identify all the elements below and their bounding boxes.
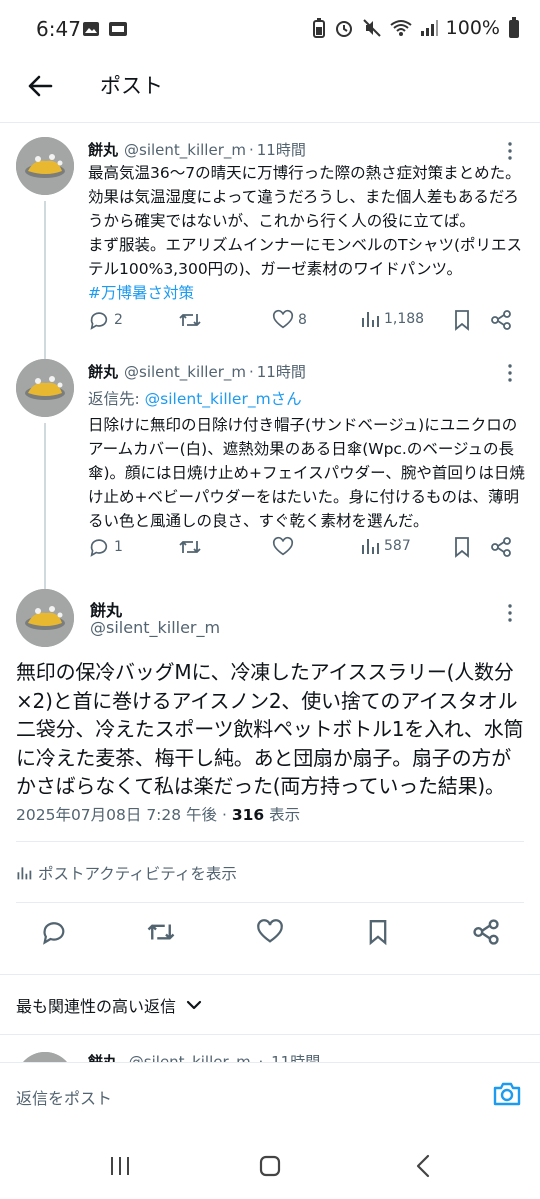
- retweet-icon: [179, 314, 201, 326]
- like-icon: [272, 536, 294, 556]
- more-icon[interactable]: [500, 363, 520, 383]
- top-app-bar: ポスト: [0, 56, 540, 118]
- retweet-icon: [179, 541, 201, 553]
- share-icon: [491, 537, 511, 557]
- tweet-text: 最高気温36〜7の晴天に万博行った際の熱さ症対策まとめた。 効果は気温湿度によっ…: [88, 161, 528, 305]
- battery-saver-icon: [312, 18, 325, 38]
- signal-icon: [420, 20, 438, 36]
- thread-line: [44, 201, 46, 345]
- tweet-time[interactable]: 11時間: [257, 139, 306, 160]
- reply-icon: [90, 539, 108, 557]
- wifi-icon: [390, 20, 412, 36]
- alarm-icon: [335, 21, 352, 37]
- reply-input[interactable]: 返信をポスト: [16, 1085, 112, 1109]
- user-handle[interactable]: @silent_killer_m: [124, 363, 246, 381]
- tweet-actions: 2 8 1,188: [88, 309, 524, 335]
- tweet-text: 日除けに無印の日除け付き帽子(サンドベージュ)にユニクロの アームカバー(白)、…: [88, 416, 525, 530]
- retweet-button[interactable]: [178, 536, 206, 558]
- thread-tweet-1[interactable]: 餅丸 @silent_killer_m · 11時間 最高気温36〜7の晴天に万…: [0, 123, 540, 345]
- camera-icon[interactable]: [492, 1081, 522, 1107]
- display-name[interactable]: 餅丸: [88, 361, 118, 382]
- tweet-time[interactable]: 11時間: [257, 361, 306, 382]
- bookmark-icon: [455, 537, 469, 558]
- home-icon[interactable]: [258, 1154, 282, 1178]
- reply-button[interactable]: 1: [88, 536, 123, 558]
- reply-sort-dropdown[interactable]: 最も関連性の高い返信: [16, 993, 202, 1017]
- avatar-image: [16, 589, 74, 647]
- share-icon: [491, 310, 511, 330]
- views-button[interactable]: 587: [360, 536, 411, 556]
- tweet-header: 餅丸 @silent_killer_m · 11時間: [88, 361, 306, 382]
- mention-link[interactable]: @silent_killer_mさん: [145, 390, 302, 408]
- like-button[interactable]: [272, 536, 298, 558]
- share-icon[interactable]: [472, 918, 500, 946]
- views-icon: [362, 539, 379, 554]
- back-arrow-icon: [28, 75, 53, 97]
- tweet-datetime[interactable]: 2025年07月08日 7:28 午後: [16, 806, 217, 824]
- post-activity-link[interactable]: ポストアクティビティを表示: [16, 862, 237, 884]
- focused-tweet-actions: [0, 918, 540, 958]
- back-nav-icon[interactable]: [412, 1154, 436, 1178]
- status-time: 6:47: [36, 17, 81, 41]
- status-bar: 6:47 100%: [0, 0, 540, 56]
- system-nav-bar: [0, 1124, 540, 1199]
- back-button[interactable]: [20, 68, 60, 104]
- view-count: 316: [231, 806, 265, 824]
- chevron-down-icon: [186, 1000, 202, 1010]
- user-handle[interactable]: @silent_killer_m: [90, 618, 220, 637]
- mute-icon: [362, 19, 381, 37]
- user-handle[interactable]: @silent_killer_m: [124, 141, 246, 159]
- views-icon: [17, 867, 32, 880]
- share-button[interactable]: [490, 536, 512, 558]
- reply-icon[interactable]: [40, 918, 68, 946]
- avatar-image: [16, 359, 74, 417]
- avatar-image: [16, 137, 74, 195]
- tweet-header: 餅丸 @silent_killer_m · 11時間: [88, 139, 306, 160]
- reply-composer: 返信をポスト: [0, 1062, 540, 1124]
- display-name[interactable]: 餅丸: [88, 139, 118, 160]
- replying-to: 返信先: @silent_killer_mさん: [88, 390, 302, 408]
- avatar[interactable]: [16, 137, 74, 195]
- thread-line: [44, 423, 46, 577]
- recents-icon[interactable]: [108, 1154, 132, 1178]
- retweet-icon[interactable]: [146, 918, 176, 946]
- reply-icon: [90, 312, 108, 330]
- bookmark-icon[interactable]: [366, 918, 390, 946]
- avatar[interactable]: [16, 359, 74, 417]
- like-icon[interactable]: [256, 918, 284, 946]
- views-icon: [362, 312, 379, 327]
- tweet-text: 無印の保冷バッグMに、冷凍したアイススラリー(人数分 ×2)と首に巻けるアイスノ…: [16, 660, 524, 798]
- battery-percent: 100%: [445, 17, 500, 39]
- retweet-button[interactable]: [178, 309, 206, 331]
- like-icon: [272, 309, 294, 329]
- more-icon[interactable]: [500, 603, 520, 623]
- like-button[interactable]: 8: [272, 309, 307, 331]
- avatar[interactable]: [16, 589, 74, 647]
- views-button[interactable]: 1,188: [360, 309, 424, 329]
- bookmark-icon: [455, 310, 469, 331]
- battery-icon: [509, 17, 519, 38]
- share-button[interactable]: [490, 309, 512, 331]
- screenshot-icon: [109, 22, 127, 36]
- thread-tweet-2[interactable]: 餅丸 @silent_killer_m · 11時間 返信先: @silent_…: [0, 345, 540, 577]
- tweet-meta: 2025年07月08日 7:28 午後 · 316 表示: [16, 806, 301, 824]
- tweet-actions: 1 587: [88, 536, 524, 562]
- reply-button[interactable]: 2: [88, 309, 123, 331]
- hashtag-link[interactable]: #万博暑さ対策: [88, 281, 528, 305]
- page-title: ポスト: [100, 74, 163, 98]
- more-icon[interactable]: [500, 141, 520, 161]
- bookmark-button[interactable]: [452, 536, 472, 558]
- gallery-icon: [83, 22, 99, 36]
- bookmark-button[interactable]: [452, 309, 472, 331]
